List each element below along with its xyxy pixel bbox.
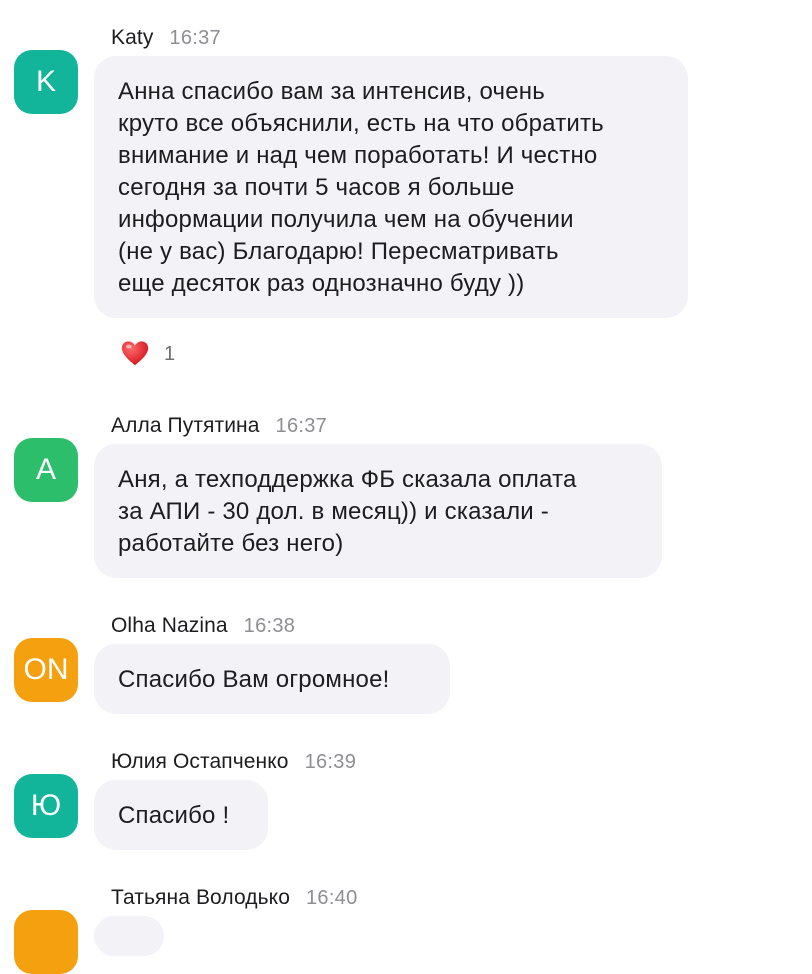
message-time: 16:39 <box>304 751 357 773</box>
message-header: Katy 16:37 <box>111 26 221 50</box>
message-bubble[interactable]: Спасибо ! <box>94 780 268 850</box>
message-bubble[interactable]: Аня, а техподдержка ФБ сказала оплата за… <box>94 444 662 578</box>
message-author[interactable]: Татьяна Володько <box>111 886 290 909</box>
avatar[interactable]: А <box>14 438 78 502</box>
message-author[interactable]: Katy <box>111 26 153 49</box>
message-bubble[interactable] <box>94 916 164 956</box>
message-time: 16:40 <box>305 887 358 909</box>
message-text-line: (не у вас) Благодарю! Пересматривать <box>118 238 559 265</box>
message-text-line: внимание и над чем поработать! И честно <box>118 142 598 169</box>
avatar-initials: ON <box>23 653 69 686</box>
message-bubble[interactable]: Анна спасибо вам за интенсив, очень крут… <box>94 56 688 318</box>
message-author[interactable]: Юлия Остапченко <box>111 750 289 773</box>
avatar[interactable]: Ю <box>14 774 78 838</box>
message-header: Olha Nazina 16:38 <box>111 614 295 638</box>
avatar[interactable]: ON <box>14 638 78 702</box>
message-text-line: информации получила чем на обучении <box>118 206 574 233</box>
message-time: 16:37 <box>275 415 328 437</box>
avatar-initials: А <box>35 453 56 486</box>
message-text-line: Анна спасибо вам за интенсив, очень <box>118 78 545 105</box>
reaction-count: 1 <box>164 342 176 365</box>
message-author[interactable]: Olha Nazina <box>111 614 228 637</box>
message-text-line: Спасибо Вам огромное! <box>118 666 390 693</box>
message-time: 16:38 <box>243 615 296 637</box>
message-text-line: Аня, а техподдержка ФБ сказала оплата <box>118 466 577 493</box>
message-time: 16:37 <box>169 27 221 49</box>
avatar-initials: Ю <box>30 789 62 822</box>
message-header: Татьяна Володько 16:40 <box>111 886 358 910</box>
message-text-line: работайте без него) <box>118 530 344 557</box>
avatar[interactable]: K <box>14 50 78 114</box>
message-text-line: Спасибо ! <box>118 802 230 829</box>
heart-icon <box>121 341 149 366</box>
message-bubble[interactable]: Спасибо Вам огромное! <box>94 644 450 714</box>
message-text-line: еще десяток раз однозначно буду )) <box>118 270 525 297</box>
message-header: Юлия Остапченко 16:39 <box>111 750 356 774</box>
message-text-line: сегодня за почти 5 часов я больше <box>118 174 515 201</box>
message-header: Алла Путятина 16:37 <box>111 414 327 438</box>
message-text-line: за АПИ - 30 дол. в месяц)) и сказали - <box>118 498 549 525</box>
message-text-line: круто все объяснили, есть на что обратит… <box>118 110 604 137</box>
avatar-initials: K <box>35 65 56 98</box>
message-author[interactable]: Алла Путятина <box>111 414 260 437</box>
reaction-chip[interactable]: 1 <box>120 338 175 370</box>
